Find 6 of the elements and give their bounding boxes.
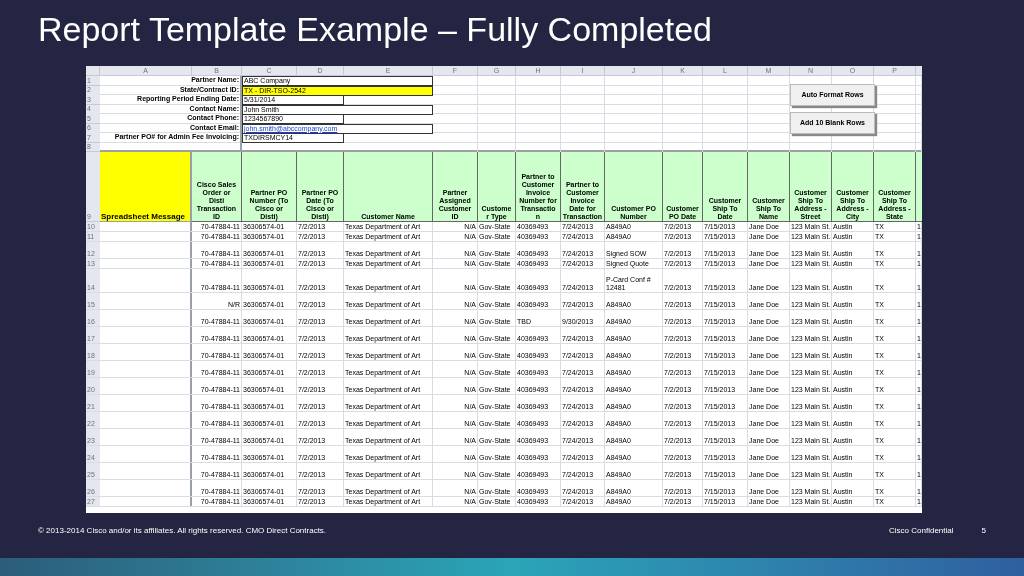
slide-title: Report Template Example – Fully Completed <box>38 9 713 50</box>
page-number: 5 <box>981 524 986 537</box>
column-header <box>916 152 922 222</box>
column-header: Spreadsheet Message <box>100 152 192 222</box>
confidentiality-label: Cisco Confidential <box>889 524 954 537</box>
copyright-text: © 2013-2014 Cisco and/or its affiliates. All rights reserved. CMO Direct Contracts. <box>38 524 327 537</box>
